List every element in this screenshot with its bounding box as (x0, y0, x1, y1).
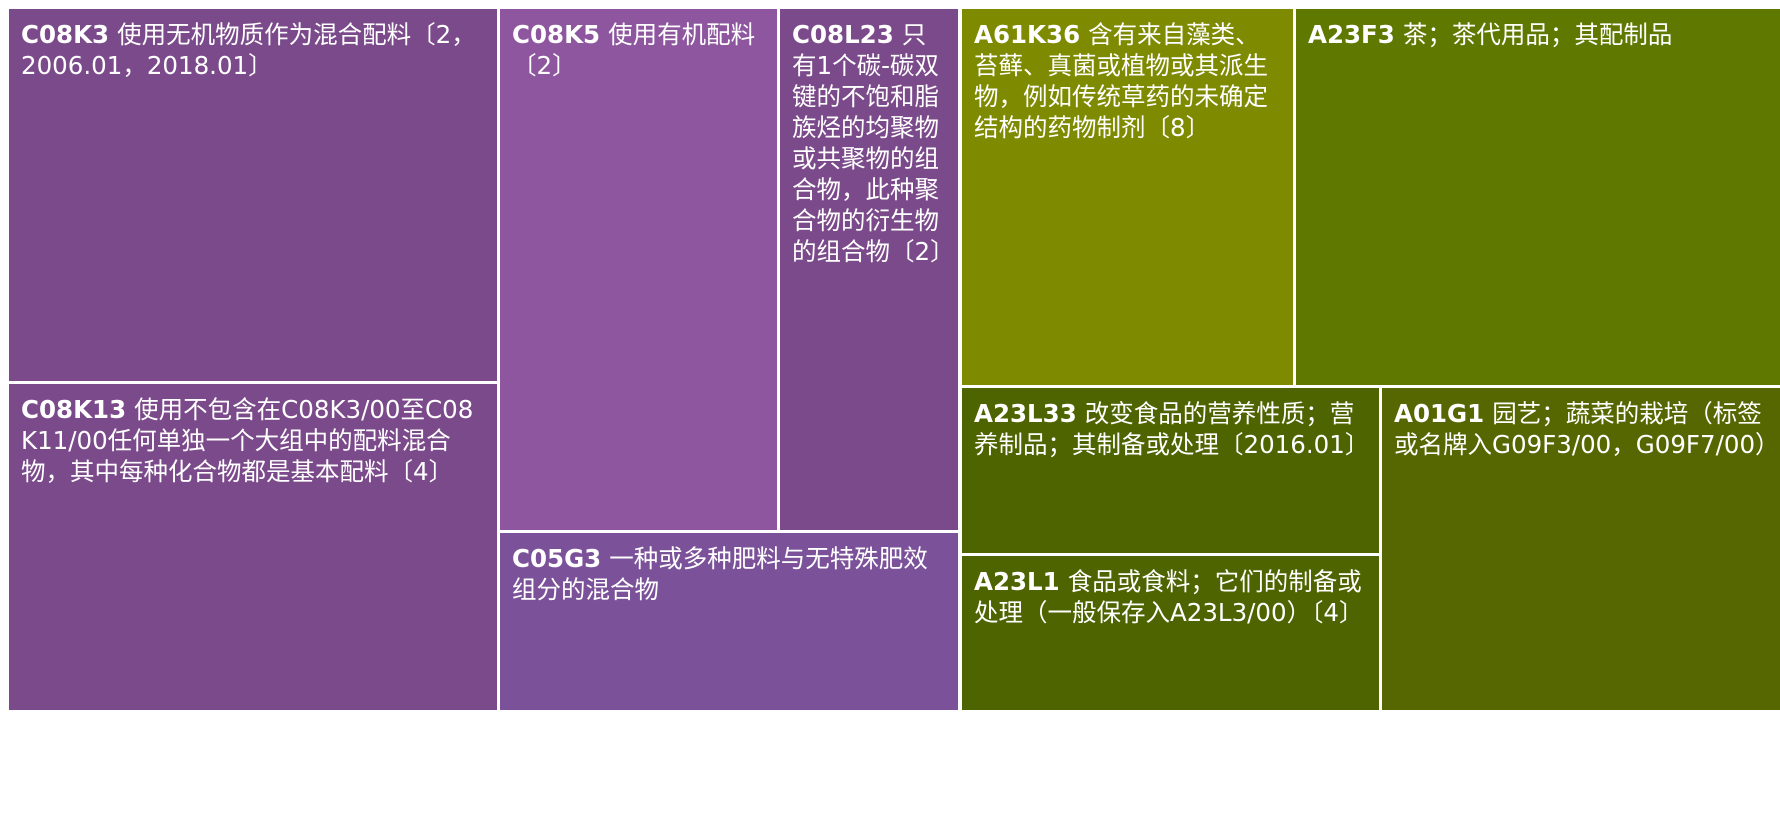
treemap-tile-a23l1: A23L1食品或食料；它们的制备或处理（一般保存入A23L3/00）〔4〕 (962, 556, 1379, 710)
tile-code-label: C08K3 (21, 20, 109, 49)
treemap-tile-a61k36: A61K36含有来自藻类、苔藓、真菌或植物或其派生物，例如传统草药的未确定结构的… (962, 9, 1293, 385)
tile-code-label: A23F3 (1308, 20, 1395, 49)
treemap-tile-c08k13: C08K13使用不包含在C08K3/00至C08K11/00任何单独一个大组中的… (9, 384, 497, 710)
tile-code-label: A23L33 (974, 399, 1077, 428)
tile-code-label: C08K13 (21, 395, 126, 424)
tile-code-label: A01G1 (1394, 399, 1484, 428)
tile-description-label: 茶；茶代用品；其配制品 (1403, 20, 1673, 49)
tile-code-label: A23L1 (974, 567, 1060, 596)
tile-code-label: C08L23 (792, 20, 894, 49)
treemap-chart: C08K3使用无机物质作为混合配料〔2，2006.01，2018.01〕C08K… (0, 0, 1780, 815)
treemap-tile-c05g3: C05G3一种或多种肥料与无特殊肥效组分的混合物 (500, 533, 958, 710)
tile-code-label: A61K36 (974, 20, 1080, 49)
tile-description-label: 只有1个碳-碳双键的不饱和脂族烃的均聚物或共聚物的组合物，此种聚合物的衍生物的组… (792, 20, 955, 266)
treemap-tile-a23l33: A23L33改变食品的营养性质；营养制品；其制备或处理〔2016.01〕 (962, 388, 1379, 553)
treemap-tile-c08l23: C08L23只有1个碳-碳双键的不饱和脂族烃的均聚物或共聚物的组合物，此种聚合物… (780, 9, 958, 530)
tile-code-label: C08K5 (512, 20, 600, 49)
treemap-tile-c08k5: C08K5使用有机配料〔2〕 (500, 9, 777, 530)
treemap-tile-a23f3: A23F3 茶；茶代用品；其配制品 (1296, 9, 1780, 385)
treemap-tile-c08k3: C08K3使用无机物质作为混合配料〔2，2006.01，2018.01〕 (9, 9, 497, 381)
treemap-tile-a01g1: A01G1园艺；蔬菜的栽培（标签或名牌入G09F3/00，G09F7/00） (1382, 388, 1780, 710)
tile-code-label: C05G3 (512, 544, 601, 573)
